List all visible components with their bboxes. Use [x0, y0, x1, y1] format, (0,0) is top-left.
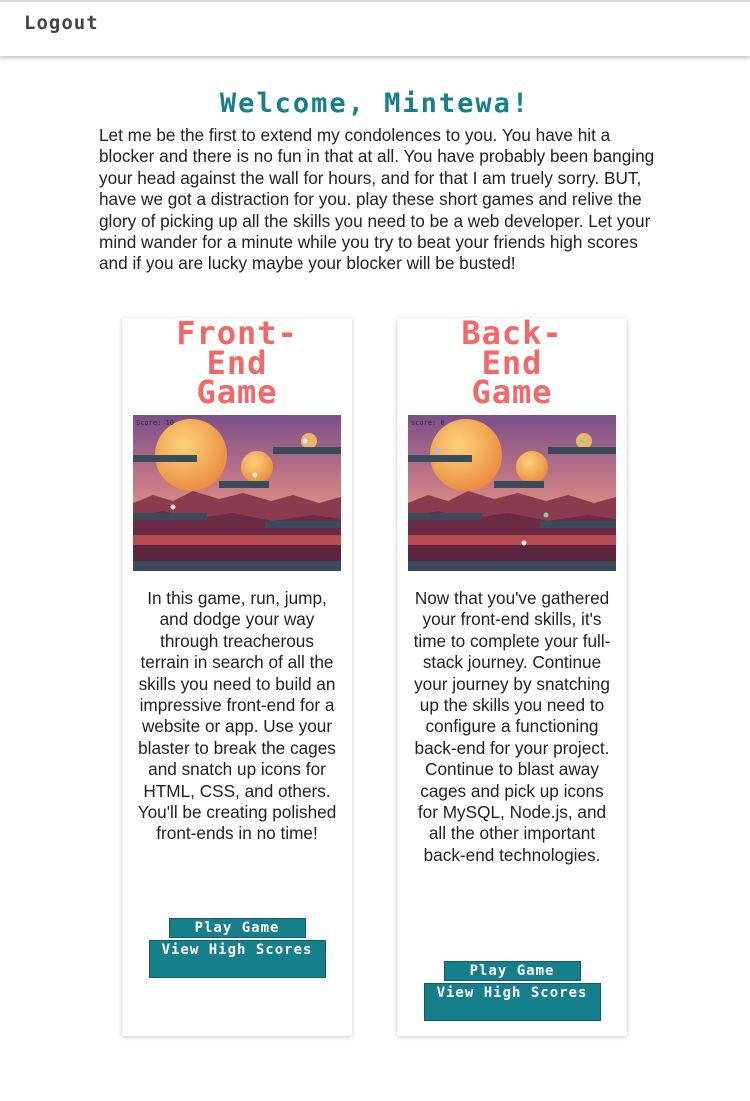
- card-title-line: Game: [196, 373, 278, 411]
- card-title-line: Game: [471, 373, 553, 411]
- card-buttons: Play Game View High Scores: [122, 918, 352, 978]
- play-game-button[interactable]: Play Game: [168, 918, 306, 938]
- front-end-game-card: Front- End Game Score: 10 In this game, …: [122, 317, 352, 1036]
- front-end-game-thumbnail[interactable]: Score: 10: [133, 415, 341, 571]
- card-title: Front- End Game: [122, 317, 352, 411]
- card-description: Now that you've gathered your front-end …: [413, 588, 611, 865]
- view-high-scores-button[interactable]: View High Scores: [148, 940, 326, 978]
- card-description: In this game, run, jump, and dodge your …: [137, 588, 337, 844]
- thumbnail-score-text: score: 0: [411, 419, 445, 427]
- back-end-game-thumbnail[interactable]: score: 0: [408, 415, 616, 571]
- play-game-button[interactable]: Play Game: [443, 961, 581, 981]
- thumbnail-score-text: Score: 10: [136, 419, 174, 427]
- back-end-game-card: Back- End Game score: 0 Now that you've …: [397, 317, 627, 1036]
- card-buttons: Play Game View High Scores: [397, 961, 627, 1021]
- top-bar: Logout: [0, 0, 750, 56]
- welcome-heading: Welcome, Mintewa!: [219, 88, 531, 119]
- card-title: Back- End Game: [397, 317, 627, 411]
- intro-paragraph: Let me be the first to extend my condole…: [99, 125, 655, 274]
- view-high-scores-button[interactable]: View High Scores: [423, 983, 601, 1021]
- logout-link[interactable]: Logout: [24, 12, 99, 34]
